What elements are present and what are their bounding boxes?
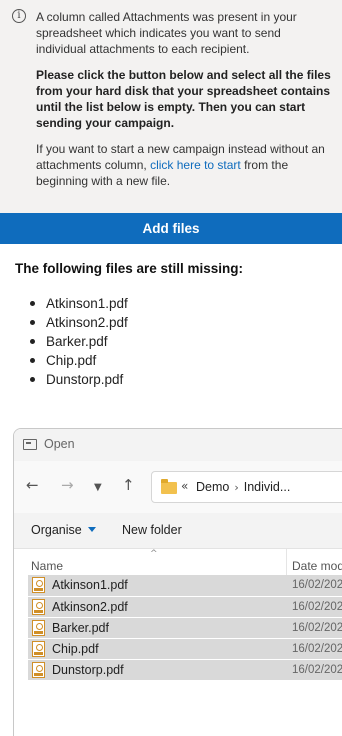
info-paragraph-3: If you want to start a new campaign inst… bbox=[36, 141, 334, 189]
file-name: Chip.pdf bbox=[52, 642, 99, 656]
file-name: Atkinson2.pdf bbox=[52, 600, 128, 614]
chevron-down-icon[interactable]: ▼ bbox=[94, 478, 102, 498]
missing-files-list: Atkinson1.pdf Atkinson2.pdf Barker.pdf C… bbox=[28, 294, 128, 389]
dialog-titlebar: Open bbox=[14, 429, 342, 461]
chevron-right-icon: › bbox=[234, 481, 239, 494]
info-text: A column called Attachments was present … bbox=[36, 9, 334, 199]
missing-file-item: Atkinson1.pdf bbox=[28, 294, 128, 313]
new-folder-button[interactable]: New folder bbox=[122, 523, 182, 537]
info-panel: i A column called Attachments was presen… bbox=[0, 0, 342, 213]
file-row[interactable]: Chip.pdf 16/02/202 bbox=[28, 638, 342, 659]
add-files-button[interactable]: Add files bbox=[0, 213, 342, 244]
missing-files-heading: The following files are still missing: bbox=[15, 261, 244, 276]
file-row[interactable]: Dunstorp.pdf 16/02/202 bbox=[28, 659, 342, 680]
missing-file-item: Dunstorp.pdf bbox=[28, 370, 128, 389]
file-row[interactable]: Atkinson2.pdf 16/02/202 bbox=[28, 596, 342, 617]
breadcrumb: Demo › Individ... bbox=[196, 480, 290, 494]
file-name: Dunstorp.pdf bbox=[52, 663, 124, 677]
folder-icon bbox=[161, 479, 177, 494]
address-bar[interactable]: « Demo › Individ... bbox=[151, 471, 342, 503]
missing-file-item: Barker.pdf bbox=[28, 332, 128, 351]
file-date: 16/02/202 bbox=[292, 579, 342, 591]
column-name[interactable]: Name bbox=[31, 559, 63, 573]
organise-label: Organise bbox=[31, 523, 82, 537]
file-date: 16/02/202 bbox=[292, 643, 342, 655]
file-date: 16/02/202 bbox=[292, 664, 342, 676]
open-file-dialog: Open ← → ▼ ↑ « Demo › Individ... Organise … bbox=[13, 428, 342, 736]
info-icon: i bbox=[12, 9, 26, 23]
file-list: Atkinson1.pdf 16/02/202 Atkinson2.pdf 16… bbox=[28, 575, 342, 680]
dialog-toolbar: Organise New folder bbox=[14, 513, 342, 549]
missing-file-item: Chip.pdf bbox=[28, 351, 128, 370]
pdf-file-icon bbox=[32, 641, 45, 657]
dialog-navbar: ← → ▼ ↑ « Demo › Individ... bbox=[14, 461, 342, 513]
start-over-link[interactable]: click here to start bbox=[150, 158, 241, 172]
info-paragraph-2: Please click the button below and select… bbox=[36, 68, 331, 130]
up-arrow-icon[interactable]: ↑ bbox=[122, 475, 135, 495]
file-name: Atkinson1.pdf bbox=[52, 578, 128, 592]
breadcrumb-individual[interactable]: Individ... bbox=[244, 480, 291, 494]
pdf-file-icon bbox=[32, 662, 45, 678]
file-row[interactable]: Barker.pdf 16/02/202 bbox=[28, 617, 342, 638]
forward-arrow-icon[interactable]: → bbox=[61, 475, 74, 495]
pdf-file-icon bbox=[32, 599, 45, 615]
file-date: 16/02/202 bbox=[292, 601, 342, 613]
breadcrumb-demo[interactable]: Demo bbox=[196, 480, 229, 494]
organise-menu[interactable]: Organise bbox=[31, 523, 96, 537]
file-date: 16/02/202 bbox=[292, 622, 342, 634]
breadcrumb-overflow-icon[interactable]: « bbox=[181, 479, 188, 493]
column-date-modified[interactable]: Date mod bbox=[292, 559, 342, 573]
pdf-file-icon bbox=[32, 620, 45, 636]
dialog-title: Open bbox=[44, 437, 75, 451]
file-name: Barker.pdf bbox=[52, 621, 109, 635]
missing-file-item: Atkinson2.pdf bbox=[28, 313, 128, 332]
file-row[interactable]: Atkinson1.pdf 16/02/202 bbox=[28, 575, 342, 596]
pdf-file-icon bbox=[32, 577, 45, 593]
back-arrow-icon[interactable]: ← bbox=[26, 475, 39, 495]
sort-ascending-icon: ^ bbox=[150, 549, 158, 559]
caret-down-icon bbox=[87, 527, 96, 532]
info-paragraph-1: A column called Attachments was present … bbox=[36, 10, 297, 56]
window-icon bbox=[23, 439, 37, 450]
